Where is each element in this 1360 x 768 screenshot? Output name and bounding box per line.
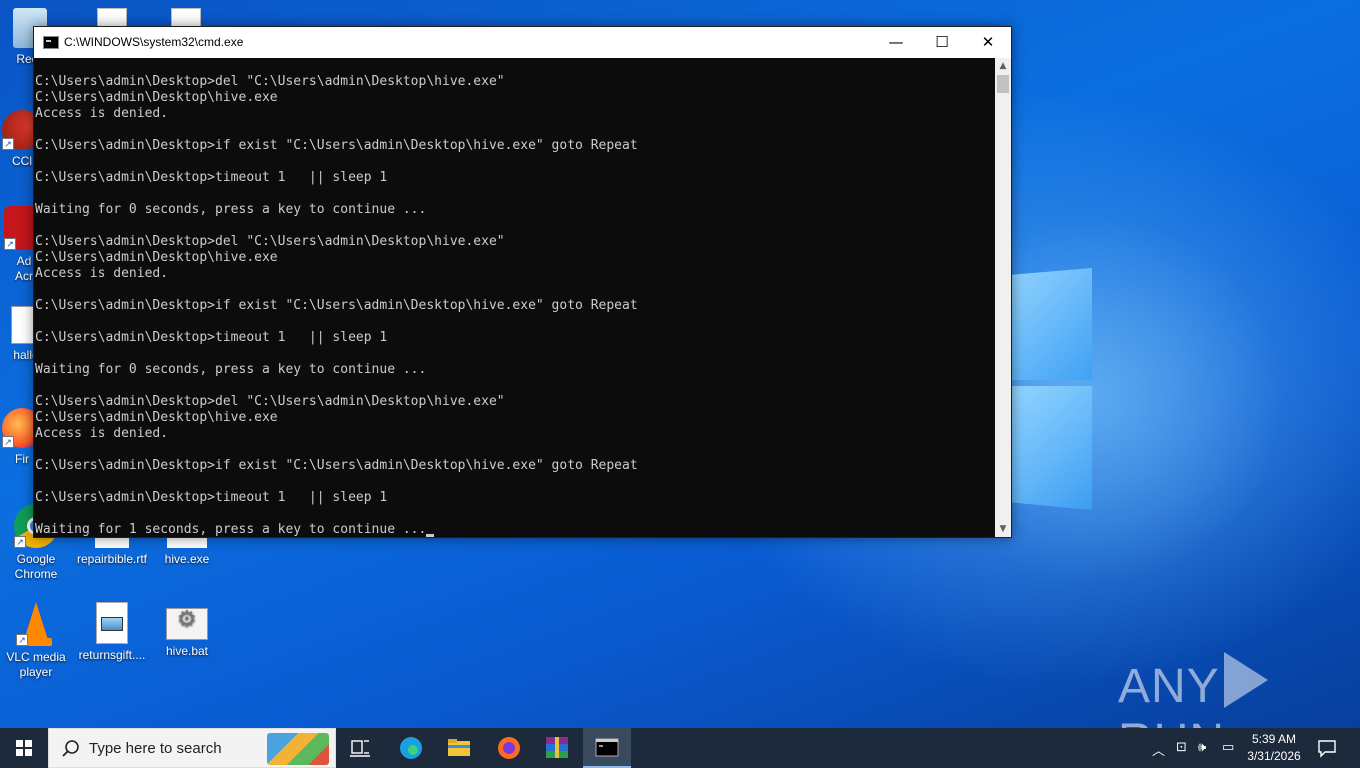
scroll-up-arrow-icon[interactable]: ▲ [995,58,1011,74]
taskbar-firefox[interactable] [485,728,533,768]
desktop-icon-hive-bat[interactable]: ⚙ hive.bat [149,602,225,659]
desktop-icon-returnsgift[interactable]: returnsgift.... [74,602,150,663]
cmd-titlebar[interactable]: C:\WINDOWS\system32\cmd.exe — ☐ ✕ [34,27,1011,58]
task-view-icon [350,740,370,757]
folder-icon [448,739,470,756]
taskbar-edge[interactable] [387,728,435,768]
desktop-icon-label: Google Chrome [14,552,58,581]
start-button[interactable] [0,728,48,768]
clock-time: 5:39 AM [1251,732,1297,746]
watermark-left: ANY [1118,660,1220,713]
volume-icon[interactable]: 🕪 [1198,740,1206,755]
desktop-icon-label: VLC media player [6,650,66,679]
desktop-icon-label: repairbible.rtf [76,552,148,566]
shortcut-arrow-icon: ↗ [2,138,14,150]
search-icon [62,740,79,757]
text-cursor [426,534,435,537]
desktop-icon-label: hive.exe [164,552,210,566]
scrollbar-thumb[interactable] [997,75,1009,93]
watermark-play-icon [1223,652,1268,708]
document-icon [171,8,201,28]
console-output-area[interactable]: C:\Users\admin\Desktop>del "C:\Users\adm… [34,58,995,537]
console-output-text: C:\Users\admin\Desktop>del "C:\Users\adm… [35,74,638,537]
desktop-icon-label: Ad Acr [15,254,33,283]
cmd-app-icon [43,36,59,49]
image-file-icon [96,602,128,644]
desktop-icon-label: Fir [15,452,29,466]
windows-logo-pane-bl [1012,386,1092,510]
winrar-icon [546,737,568,758]
desktop-icon-vlc[interactable]: ↗ VLC media player [0,602,74,680]
network-icon[interactable]: ▭ [1222,740,1234,755]
anyrun-watermark: ANY RUN [1118,652,1360,728]
edge-icon [400,737,422,759]
watermark-right: RUN [1118,715,1225,728]
firefox-icon [498,737,520,759]
shortcut-arrow-icon: ↗ [16,634,28,646]
document-icon [97,8,127,28]
taskbar-winrar[interactable] [533,728,581,768]
close-button[interactable]: ✕ [965,27,1011,58]
desktop-icon-label: CCl [12,154,32,168]
minimize-button[interactable]: — [873,27,919,58]
search-highlight-puzzle-icon [267,733,329,765]
network-device-icon[interactable]: ⊡ [1176,740,1187,755]
shortcut-arrow-icon: ↗ [2,436,14,448]
desktop: Recy ↗ CCl ↗ Ad Acr halld ↗ Fir ↗ Google… [0,0,1360,728]
clock-date: 3/31/2026 [1247,749,1301,763]
cmd-window-title: C:\WINDOWS\system32\cmd.exe [64,35,244,49]
vertical-scrollbar[interactable]: ▲ ▼ [995,58,1011,537]
taskbar-clock[interactable]: 5:39 AM 3/31/2026 [1236,731,1312,765]
taskbar: Type here to search ︿ ⊡ 🕪 ▭ 5:39 AM 3/31… [0,728,1360,768]
desktop-icon-label: hive.bat [165,644,209,658]
windows-logo-pane-tl [1012,268,1092,380]
cmd-window[interactable]: C:\WINDOWS\system32\cmd.exe — ☐ ✕ C:\Use… [33,26,1012,538]
show-hidden-icons-chevron-icon[interactable]: ︿ [1152,740,1165,759]
taskbar-search-box[interactable]: Type here to search [48,728,336,768]
shortcut-arrow-icon: ↗ [14,536,26,548]
desktop-icon-label: returnsgift.... [78,648,146,662]
windows-start-icon [16,740,32,756]
scroll-down-arrow-icon[interactable]: ▼ [995,521,1011,537]
taskbar-file-explorer[interactable] [435,728,483,768]
taskbar-cmd[interactable] [583,728,631,768]
shortcut-arrow-icon: ↗ [4,238,16,250]
taskbar-task-view[interactable] [336,728,384,768]
maximize-button[interactable]: ☐ [919,27,965,58]
cmd-icon [595,738,619,757]
batch-file-gear-icon: ⚙ [166,608,208,640]
vlc-cone-icon: ↗ [16,602,56,646]
search-placeholder: Type here to search [89,740,222,757]
action-center-icon[interactable] [1316,738,1338,758]
